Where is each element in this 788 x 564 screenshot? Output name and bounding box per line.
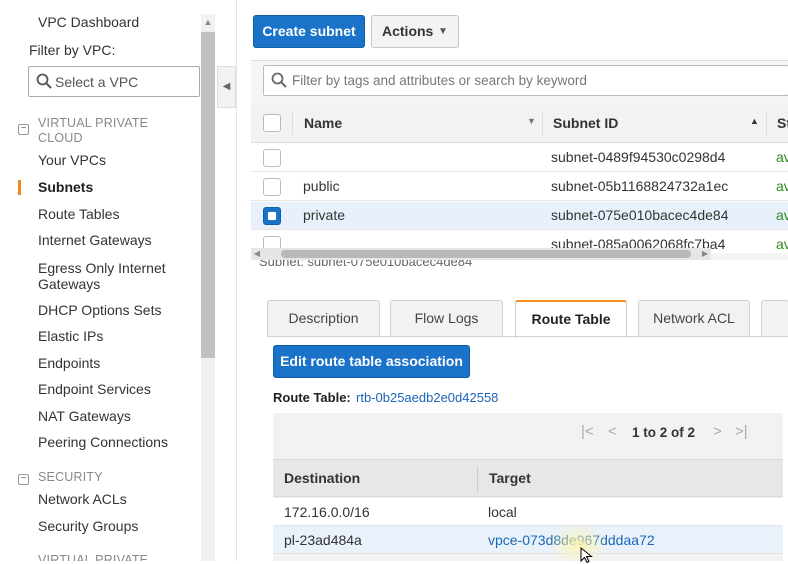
- create-subnet-button[interactable]: Create subnet: [253, 15, 365, 48]
- active-indicator: [18, 180, 21, 195]
- route-table-label: Route Table:: [273, 390, 351, 405]
- cell-subnet-id: subnet-05b1168824732a1ec: [551, 178, 729, 194]
- tab-more[interactable]: [761, 300, 788, 337]
- filter-search-input[interactable]: Filter by tags and attributes or search …: [263, 65, 788, 96]
- row-checkbox-checked[interactable]: [263, 207, 281, 225]
- tab-network-acl[interactable]: Network ACL: [638, 300, 750, 337]
- filter-by-vpc-label: Filter by VPC:: [29, 42, 116, 58]
- sidebar-item-route-tables[interactable]: Route Tables: [38, 206, 119, 222]
- route-table-id-link[interactable]: rtb-0b25aedb2e0d42558: [356, 390, 498, 405]
- search-icon: [36, 73, 52, 89]
- toolbar: Create subnet Actions ▼: [237, 0, 788, 60]
- main-content: Create subnet Actions ▼ Filter by tags a…: [236, 0, 788, 561]
- row-checkbox[interactable]: [263, 178, 281, 196]
- pagination-text: 1 to 2 of 2: [632, 425, 696, 440]
- chevron-left-icon: ◀: [222, 81, 231, 92]
- sidebar-item-dhcp-options-sets[interactable]: DHCP Options Sets: [38, 302, 161, 318]
- section-virtual-private-bottom: VIRTUAL PRIVATE: [38, 553, 149, 561]
- sort-caret-down-icon[interactable]: ▼: [527, 116, 536, 126]
- routes-panel: |< < 1 to 2 of 2 > >| Destination Target…: [273, 413, 783, 561]
- cell-state: av: [776, 207, 788, 223]
- actions-dropdown-button[interactable]: Actions ▼: [371, 15, 459, 48]
- column-divider: [542, 111, 543, 135]
- collapse-vpc-section-icon[interactable]: −: [18, 124, 29, 135]
- sidebar-nav: VPC Dashboard Filter by VPC: Select a VP…: [0, 0, 200, 561]
- tab-route-table[interactable]: Route Table: [515, 300, 627, 338]
- sidebar-item-subnets[interactable]: Subnets: [38, 179, 93, 195]
- sidebar-item-internet-gateways[interactable]: Internet Gateways: [38, 232, 152, 248]
- sidebar-item-endpoints[interactable]: Endpoints: [38, 355, 100, 371]
- sidebar: VPC Dashboard Filter by VPC: Select a VP…: [0, 0, 216, 561]
- sidebar-item-peering-connections[interactable]: Peering Connections: [38, 434, 168, 450]
- cell-name: private: [303, 207, 346, 223]
- column-header-destination[interactable]: Destination: [284, 470, 360, 486]
- route-row: 172.16.0.0/16 local: [273, 498, 783, 526]
- horizontal-scrollbar-thumb[interactable]: [281, 250, 691, 258]
- horizontal-scrollbar[interactable]: ◀ ▶: [251, 248, 711, 260]
- route-row: pl-23ad484a vpce-073d8de967dddaa72: [273, 526, 783, 554]
- sidebar-item-endpoint-services[interactable]: Endpoint Services: [38, 381, 151, 397]
- collapse-sidebar-button[interactable]: ◀: [217, 66, 236, 108]
- vpc-select-input[interactable]: Select a VPC: [28, 66, 200, 97]
- previous-page-icon[interactable]: <: [608, 423, 617, 440]
- table-row[interactable]: public subnet-05b1168824732a1ec av: [251, 173, 788, 201]
- select-all-checkbox[interactable]: [263, 114, 281, 132]
- table-header: Name ▼ Subnet ID ▲ St: [251, 103, 788, 143]
- scroll-up-arrow-icon[interactable]: ▲: [201, 14, 215, 30]
- sidebar-item-your-vpcs[interactable]: Your VPCs: [38, 152, 106, 168]
- cell-name: public: [303, 178, 340, 194]
- routes-table-header: Destination Target: [273, 459, 783, 497]
- cell-state: av: [776, 236, 788, 252]
- actions-label: Actions: [382, 23, 434, 39]
- column-header-state[interactable]: St: [777, 115, 788, 131]
- route-destination: 172.16.0.0/16: [284, 504, 370, 520]
- column-header-name[interactable]: Name: [304, 115, 342, 131]
- edit-route-table-association-button[interactable]: Edit route table association: [273, 345, 470, 378]
- first-page-icon[interactable]: |<: [581, 423, 594, 440]
- cell-subnet-id: subnet-075e010bacec4de84: [551, 207, 729, 223]
- selected-subnet-heading: Subnet: subnet-075e010bacec4de84: [259, 260, 473, 269]
- last-page-icon[interactable]: >|: [735, 423, 748, 440]
- sidebar-item-elastic-ips[interactable]: Elastic IPs: [38, 328, 103, 344]
- sidebar-item-nat-gateways[interactable]: NAT Gateways: [38, 408, 131, 424]
- cell-subnet-id: subnet-0489f94530c0298d4: [551, 149, 726, 165]
- section-virtual-private-cloud: VIRTUAL PRIVATE CLOUD: [38, 116, 149, 145]
- row-checkbox[interactable]: [263, 149, 281, 167]
- table-row-selected[interactable]: private subnet-075e010bacec4de84 av: [251, 202, 788, 230]
- sort-caret-up-icon[interactable]: ▲: [750, 116, 759, 126]
- vpc-select-placeholder: Select a VPC: [55, 74, 139, 90]
- collapse-security-section-icon[interactable]: −: [18, 474, 29, 485]
- search-icon: [271, 72, 287, 88]
- column-divider: [292, 111, 293, 135]
- column-divider: [477, 466, 478, 492]
- caret-down-icon: ▼: [438, 26, 448, 37]
- sidebar-item-security-groups[interactable]: Security Groups: [38, 518, 138, 534]
- column-header-subnet-id[interactable]: Subnet ID: [553, 115, 618, 131]
- route-destination: pl-23ad484a: [284, 532, 362, 548]
- tab-description[interactable]: Description: [267, 300, 380, 337]
- sidebar-scrollbar-thumb[interactable]: [201, 32, 215, 358]
- subnet-table: Name ▼ Subnet ID ▲ St subnet-0489f94530c…: [251, 103, 788, 253]
- sidebar-item-egress-only-internet-gateways[interactable]: Egress Only Internet Gateways: [38, 260, 188, 292]
- column-header-target[interactable]: Target: [489, 470, 531, 486]
- filter-placeholder: Filter by tags and attributes or search …: [292, 73, 587, 88]
- tab-flow-logs[interactable]: Flow Logs: [390, 300, 503, 337]
- route-target: local: [488, 504, 517, 520]
- details-tabs: Description Flow Logs Route Table Networ…: [267, 300, 788, 338]
- sidebar-item-network-acls[interactable]: Network ACLs: [38, 491, 127, 507]
- cell-state: av: [776, 178, 788, 194]
- table-row[interactable]: subnet-0489f94530c0298d4 av: [251, 144, 788, 172]
- cell-state: av: [776, 149, 788, 165]
- sidebar-item-vpc-dashboard[interactable]: VPC Dashboard: [38, 14, 139, 30]
- tabs-divider: [267, 336, 788, 337]
- scroll-right-arrow-icon[interactable]: ▶: [699, 248, 711, 260]
- column-divider: [766, 111, 767, 135]
- next-page-icon[interactable]: >: [713, 423, 722, 440]
- cursor-highlight: [548, 524, 608, 564]
- section-security: SECURITY: [38, 470, 103, 484]
- scroll-left-arrow-icon[interactable]: ◀: [251, 248, 263, 260]
